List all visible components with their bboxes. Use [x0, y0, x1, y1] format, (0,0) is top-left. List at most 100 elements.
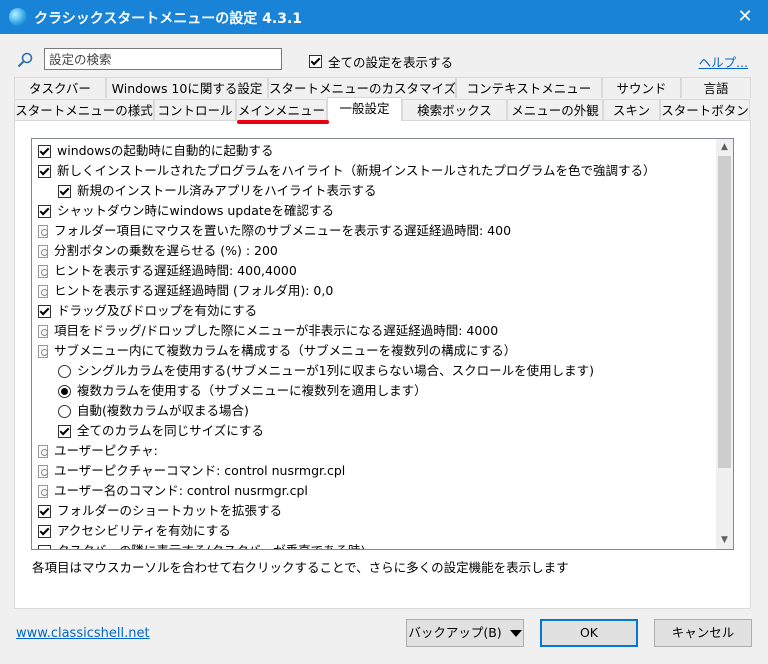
- show-all-checkbox-box[interactable]: [309, 55, 322, 68]
- setting-label: 項目をドラッグ/ドロップした際にメニューが非表示になる遅延経過時間: 4000: [54, 323, 499, 338]
- setting-row[interactable]: アクセシビリティを有効にする: [38, 521, 231, 541]
- tab-tabs_row2-5[interactable]: メニューの外観: [507, 99, 603, 120]
- setting-row[interactable]: フォルダーのショートカットを拡張する: [38, 501, 282, 521]
- setting-checkbox[interactable]: [58, 184, 71, 198]
- tab-tabs_row2-7[interactable]: スタートボタン: [660, 99, 750, 120]
- setting-label: シングルカラムを使用する(サブメニューが1列に収まらない場合、スクロールを使用し…: [77, 363, 594, 378]
- backup-button[interactable]: バックアップ(B): [406, 619, 524, 647]
- help-link[interactable]: ヘルプ...: [699, 52, 748, 71]
- window-title: クラシックスタートメニューの設定 4.3.1: [34, 11, 303, 27]
- setting-row[interactable]: 項目をドラッグ/ドロップした際にメニューが非表示になる遅延経過時間: 4000: [38, 321, 498, 341]
- app-shell-icon: [9, 8, 27, 26]
- setting-value-icon: [38, 344, 48, 358]
- annotation-underline: [237, 120, 329, 124]
- setting-row[interactable]: ユーザー名のコマンド: control nusrmgr.cpl: [38, 481, 308, 501]
- setting-row[interactable]: ユーザーピクチャ:: [38, 441, 158, 461]
- setting-checkbox[interactable]: [38, 544, 51, 549]
- setting-checkbox[interactable]: [38, 204, 51, 218]
- setting-row[interactable]: 全てのカラムを同じサイズにする: [58, 421, 264, 441]
- setting-label: ユーザーピクチャーコマンド: control nusrmgr.cpl: [54, 463, 346, 478]
- backup-label: バックアップ(B): [408, 625, 502, 640]
- search-icon: [17, 52, 33, 68]
- setting-label: タスクバーの隣に表示する(タスクバーが垂直である時): [57, 541, 365, 549]
- tab-tabs_row1-2[interactable]: スタートメニューのカスタマイズ: [268, 77, 456, 98]
- setting-row[interactable]: ヒントを表示する遅延経過時間 (フォルダ用): 0,0: [38, 281, 333, 301]
- scroll-up-icon[interactable]: ▲: [716, 139, 733, 156]
- tab-row-top: タスクバー Windows 10に関する設定 スタートメニューのカスタマイズ コンテキ…: [14, 77, 751, 99]
- tab-tabs_row2-2[interactable]: メインメニュー: [236, 99, 327, 120]
- setting-value-icon: [38, 284, 48, 298]
- cancel-button[interactable]: キャンセル: [654, 619, 752, 647]
- setting-radio[interactable]: [58, 384, 71, 398]
- tab-tabs_row1-5[interactable]: 言語: [681, 77, 751, 98]
- setting-value-icon: [38, 444, 48, 458]
- setting-row[interactable]: ドラッグ及びドロップを有効にする: [38, 301, 257, 321]
- setting-checkbox[interactable]: [38, 164, 51, 178]
- setting-radio[interactable]: [58, 404, 71, 418]
- tab-tabs_row1-0[interactable]: タスクバー: [14, 77, 106, 98]
- setting-label: 全てのカラムを同じサイズにする: [77, 423, 264, 438]
- setting-label: 自動(複数カラムが収まる場合): [77, 403, 249, 418]
- tab-tabs_row1-3[interactable]: コンテキストメニュー: [456, 77, 602, 98]
- setting-row[interactable]: ユーザーピクチャーコマンド: control nusrmgr.cpl: [38, 461, 345, 481]
- setting-row[interactable]: 新規のインストール済みアプリをハイライト表示する: [58, 181, 377, 201]
- setting-row[interactable]: フォルダー項目にマウスを置いた際のサブメニューを表示する遅延経過時間: 400: [38, 221, 511, 241]
- ok-button[interactable]: OK: [540, 619, 638, 647]
- setting-value-icon: [38, 464, 48, 478]
- setting-row[interactable]: 複数カラムを使用する（サブメニューに複数列を適用します）: [58, 381, 427, 401]
- setting-row[interactable]: タスクバーの隣に表示する(タスクバーが垂直である時): [38, 541, 365, 549]
- setting-label: 新しくインストールされたプログラムをハイライト（新規インストールされたプログラム…: [57, 163, 656, 178]
- setting-label: ドラッグ及びドロップを有効にする: [57, 303, 258, 318]
- scroll-down-icon[interactable]: ▼: [716, 532, 733, 549]
- search-input[interactable]: [44, 48, 282, 70]
- vertical-scrollbar[interactable]: ▲ ▼: [716, 139, 733, 549]
- setting-row[interactable]: 新しくインストールされたプログラムをハイライト（新規インストールされたプログラム…: [38, 161, 656, 181]
- setting-row[interactable]: シャットダウン時にwindows updateを確認する: [38, 201, 334, 221]
- setting-checkbox[interactable]: [38, 304, 51, 318]
- setting-label: ユーザーピクチャ:: [54, 443, 158, 458]
- setting-value-icon: [38, 324, 48, 338]
- setting-label: アクセシビリティを有効にする: [57, 523, 231, 538]
- dropdown-arrow-icon: [509, 629, 522, 637]
- hint-text: 各項目はマウスカーソルを合わせて右クリックすることで、さらに多くの設定機能を表示…: [32, 560, 569, 575]
- settings-list[interactable]: ▲ ▼ windowsの起動時に自動的に起動する新しくインストールされたプログラ…: [31, 138, 734, 550]
- setting-label: フォルダー項目にマウスを置いた際のサブメニューを表示する遅延経過時間: 400: [54, 223, 512, 238]
- setting-label: 複数カラムを使用する（サブメニューに複数列を適用します）: [77, 383, 427, 398]
- setting-label: サブメニュー内にて複数カラムを構成する（サブメニューを複数列の構成にする）: [54, 343, 517, 358]
- setting-value-icon: [38, 484, 48, 498]
- setting-row[interactable]: windowsの起動時に自動的に起動する: [38, 141, 273, 161]
- website-link[interactable]: www.classicshell.net: [16, 626, 150, 641]
- setting-value-icon: [38, 264, 48, 278]
- setting-row[interactable]: サブメニュー内にて複数カラムを構成する（サブメニューを複数列の構成にする）: [38, 341, 516, 361]
- setting-checkbox[interactable]: [58, 424, 71, 438]
- setting-row[interactable]: シングルカラムを使用する(サブメニューが1列に収まらない場合、スクロールを使用し…: [58, 361, 594, 381]
- setting-checkbox[interactable]: [38, 524, 51, 538]
- setting-value-icon: [38, 224, 48, 238]
- setting-row[interactable]: 自動(複数カラムが収まる場合): [58, 401, 249, 421]
- show-all-settings-checkbox[interactable]: 全ての設定を表示する: [309, 52, 453, 71]
- setting-label: フォルダーのショートカットを拡張する: [57, 503, 283, 518]
- tab-tabs_row1-4[interactable]: サウンド: [602, 77, 681, 98]
- tab-tabs_row2-3[interactable]: 一般設定: [327, 97, 402, 121]
- setting-value-icon: [38, 244, 48, 258]
- setting-label: ヒントを表示する遅延経過時間: 400,4000: [54, 263, 297, 278]
- tab-tabs_row2-1[interactable]: コントロール: [154, 99, 236, 120]
- show-all-label: 全ての設定を表示する: [328, 55, 454, 70]
- scroll-thumb[interactable]: [718, 156, 731, 468]
- setting-label: 新規のインストール済みアプリをハイライト表示する: [77, 183, 377, 198]
- setting-row[interactable]: 分割ボタンの乗数を遅らせる (%) : 200: [38, 241, 278, 261]
- setting-checkbox[interactable]: [38, 504, 51, 518]
- setting-checkbox[interactable]: [38, 144, 51, 158]
- setting-label: 分割ボタンの乗数を遅らせる (%) : 200: [54, 243, 278, 258]
- setting-label: シャットダウン時にwindows updateを確認する: [57, 203, 334, 218]
- close-icon[interactable]: ✕: [722, 0, 768, 34]
- setting-label: ヒントを表示する遅延経過時間 (フォルダ用): 0,0: [54, 283, 334, 298]
- tab-tabs_row2-6[interactable]: スキン: [603, 99, 660, 120]
- tab-row-bottom: スタートメニューの様式 コントロール メインメニュー 一般設定 検索ボックス メニューの外…: [14, 97, 751, 121]
- title-bar: クラシックスタートメニューの設定 4.3.1 ✕: [0, 0, 768, 34]
- tab-tabs_row1-1[interactable]: Windows 10に関する設定: [106, 77, 268, 98]
- tab-tabs_row2-0[interactable]: スタートメニューの様式: [14, 99, 154, 120]
- setting-row[interactable]: ヒントを表示する遅延経過時間: 400,4000: [38, 261, 297, 281]
- setting-radio[interactable]: [58, 364, 71, 378]
- tab-tabs_row2-4[interactable]: 検索ボックス: [402, 99, 507, 120]
